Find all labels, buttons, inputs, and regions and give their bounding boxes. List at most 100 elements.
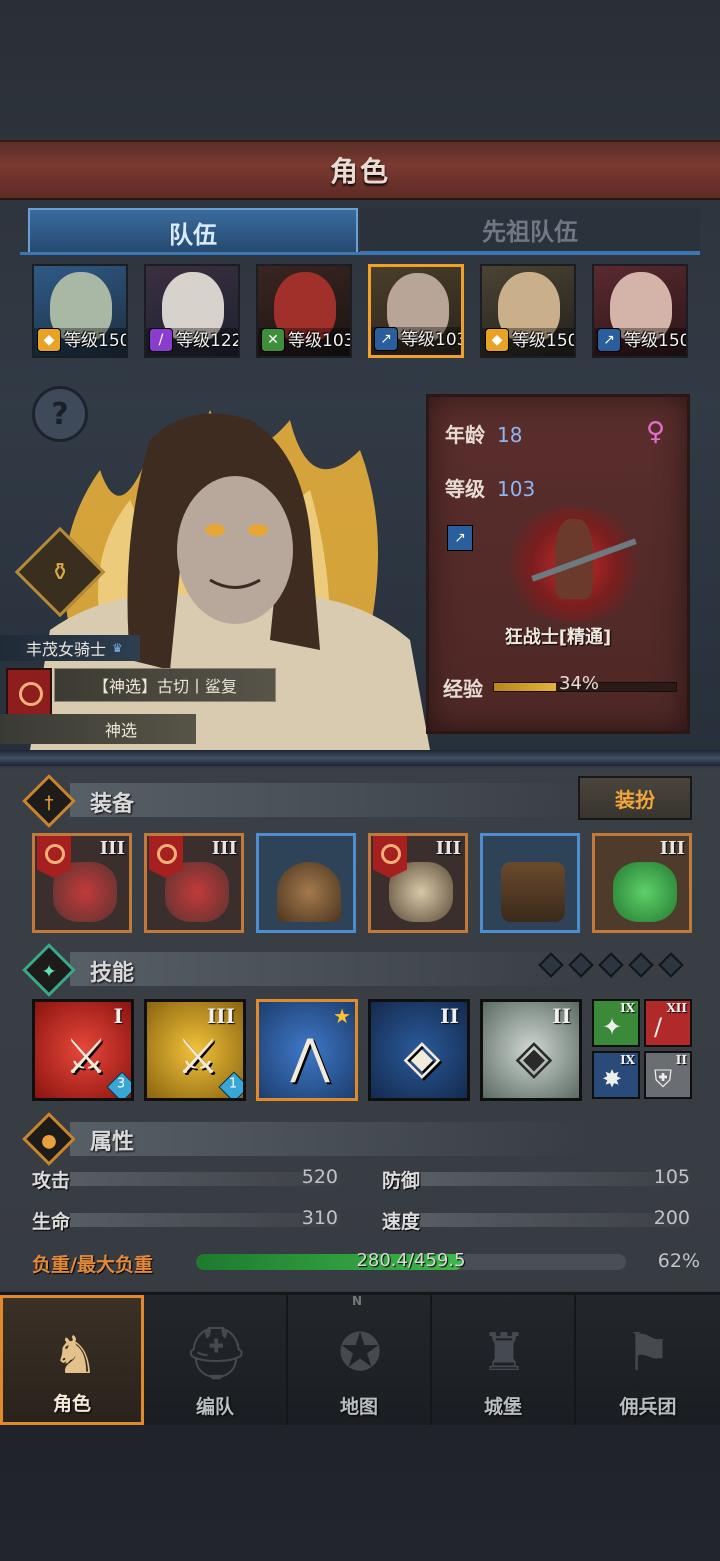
hero-card-3[interactable]: ✕ 等级103 [256, 264, 352, 358]
passive-skill-3[interactable]: ✸ IX [592, 1051, 640, 1099]
skills-header-bg [70, 952, 590, 986]
shield-icon: ⛨ [654, 1065, 672, 1093]
knight-icon: ♞ [51, 1326, 99, 1386]
level-value: 103 [497, 477, 536, 501]
hp-label: 生命 [32, 1211, 71, 1233]
weight-label: 负重/最大负重 [32, 1254, 153, 1276]
skill-3[interactable]: ⋀ ★ [256, 999, 358, 1101]
nav-mercenary[interactable]: ⚑ 佣兵团 [576, 1295, 720, 1425]
boots-icon [501, 862, 565, 922]
attack-value: 520 [301, 1166, 338, 1188]
nav-castle[interactable]: ♜ 城堡 [432, 1295, 576, 1425]
shield-icon: ◆ [485, 328, 509, 352]
claw-strike-icon: ⋀ [290, 1029, 330, 1085]
bottom-nav: ♞ 角色 ⛑ 编队 ✪ 地图 ♜ 城堡 ⚑ 佣兵团 [0, 1292, 720, 1425]
armor-slot[interactable]: III [368, 833, 468, 933]
level-label: 等级 [445, 477, 485, 501]
nav-map-label: 地图 [339, 1396, 378, 1418]
weight-value: 280.4/459.5 [356, 1250, 466, 1271]
star-icon: ✦ [41, 960, 57, 982]
beast-icon: ✦ [602, 1013, 623, 1041]
crown-icon: ♛ [112, 641, 123, 655]
help-button[interactable]: ? [32, 386, 88, 442]
equipment-header-bg [70, 783, 590, 817]
helmet-icon: ⛑ [183, 1323, 250, 1384]
tab-ancestor-team[interactable]: 先祖队伍 [360, 208, 700, 254]
faction-flag-icon [373, 836, 407, 878]
trinket-slot[interactable]: III [592, 833, 692, 933]
skill-gem-count: 3 [116, 1076, 126, 1092]
staff-icon: / [149, 328, 173, 352]
speed-value: 200 [653, 1207, 690, 1229]
equipment-section-icon: † [22, 774, 76, 828]
sword-icon: ↗ [374, 327, 398, 351]
skill-4[interactable]: ◈ II [368, 999, 470, 1101]
hero-roster: ◆ 等级150 / 等级122 ✕ 等级103 ↗ 等级103 ◆ 等级150 [32, 264, 692, 360]
empty-diamond-icon [628, 952, 654, 978]
trait-label[interactable]: 【神选】古切丨鲨复 [54, 668, 276, 702]
castle-icon: ♜ [480, 1323, 528, 1383]
hero-card-4-selected[interactable]: ↗ 等级103 [368, 264, 464, 358]
trait-secondary-text: 神选 [104, 721, 137, 740]
skill-gem-count: 1 [228, 1076, 238, 1092]
equipment-rank: III [211, 838, 237, 859]
passive-skill-1[interactable]: ✦ IX [592, 999, 640, 1047]
passive-skill-2[interactable]: / XII [644, 999, 692, 1047]
hero-card-2[interactable]: / 等级122 [144, 264, 240, 358]
equipment-rank: III [99, 838, 125, 859]
nav-character-label: 角色 [52, 1393, 91, 1415]
skill-1[interactable]: ⚔ I 3 [32, 999, 134, 1101]
nav-formation[interactable]: ⛑ 编队 [144, 1295, 288, 1425]
faction-flag-icon [149, 836, 183, 878]
faction-flag-icon [37, 836, 71, 878]
skills-section-icon: ✦ [22, 943, 76, 997]
tab-ancestor-team-label: 先祖队伍 [482, 218, 578, 246]
potion-icon: ⚱ [49, 558, 71, 586]
burst-icon: ✸ [602, 1065, 623, 1093]
weapon-slot[interactable]: III [32, 833, 132, 933]
skill-star-icon: ★ [333, 1004, 351, 1028]
banner-icon: ⚑ [624, 1323, 672, 1383]
sword-icon: ↗ [597, 328, 621, 352]
class-figure[interactable] [499, 507, 649, 622]
shield-icon: ◆ [37, 328, 61, 352]
empty-diamond-icon [568, 952, 594, 978]
nav-castle-label: 城堡 [483, 1396, 522, 1418]
hero-card-1[interactable]: ◆ 等级150 [32, 264, 128, 358]
female-icon: ♀ [645, 417, 665, 447]
sword-icon: ↗ [447, 525, 473, 551]
skill-2[interactable]: ⚔ III 1 [144, 999, 246, 1101]
attributes-header-bg [70, 1122, 590, 1156]
nav-map[interactable]: ✪ 地图 [288, 1295, 432, 1425]
equipment-rank: III [435, 838, 461, 859]
passive-skill-4[interactable]: ⛨ II [644, 1051, 692, 1099]
level-row: 等级 103 [445, 473, 535, 502]
passive-rank: IX [620, 1053, 635, 1067]
offhand-slot[interactable]: III [144, 833, 244, 933]
hero-card-5[interactable]: ◆ 等级150 [480, 264, 576, 358]
boots-slot[interactable] [480, 833, 580, 933]
sword-icon: / [654, 1013, 663, 1041]
skill-5[interactable]: ◈ II [480, 999, 582, 1101]
hero-card-6[interactable]: ↗ 等级150 [592, 264, 688, 358]
crystal-shield-icon: ◈ [515, 1029, 553, 1085]
trait-secondary[interactable]: 神选 [0, 714, 196, 744]
screen: 角色 队伍 先祖队伍 ◆ 等级150 / 等级122 ✕ 等级103 ↗ 等级1… [0, 0, 720, 1561]
hero-level: 等级150 [64, 331, 128, 351]
skill-slots-indicator [538, 952, 692, 978]
hero-level: 等级103 [401, 330, 464, 350]
equipment-title: 装备 [90, 792, 135, 817]
nav-mercenary-label: 佣兵团 [619, 1396, 677, 1418]
empty-diamond-icon [598, 952, 624, 978]
dress-up-button[interactable]: 装扮 [578, 776, 692, 820]
attributes-title: 属性 [90, 1130, 135, 1155]
age-value: 18 [497, 423, 523, 447]
jade-trinket-icon [613, 862, 677, 922]
passive-rank: IX [620, 1001, 635, 1015]
helmet-slot[interactable] [256, 833, 356, 933]
nav-character[interactable]: ♞ 角色 [0, 1295, 144, 1425]
hero-level: 等级150 [512, 331, 576, 351]
help-icon: ? [51, 396, 69, 432]
class-name: 狂战士[精通] [504, 627, 612, 648]
tab-team[interactable]: 队伍 [28, 208, 358, 254]
